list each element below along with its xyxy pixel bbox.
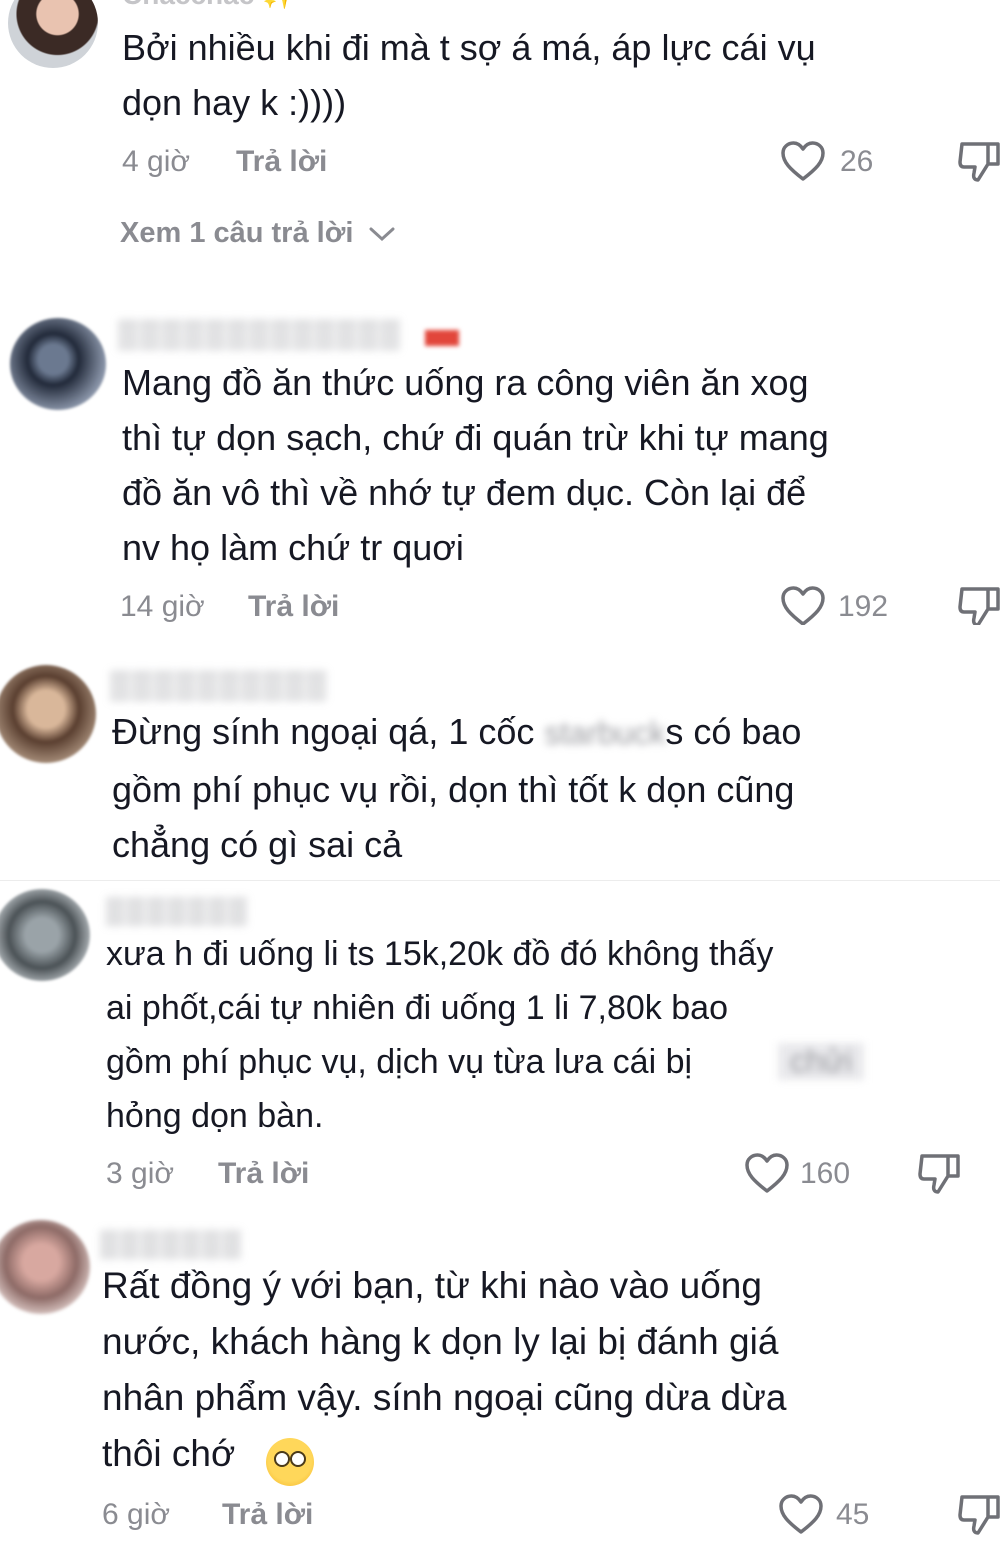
- avatar[interactable]: [10, 318, 106, 410]
- heart-outline-icon[interactable]: [780, 140, 826, 182]
- chevron-down-icon: [369, 227, 395, 242]
- reply-button[interactable]: Trả lời: [248, 590, 339, 624]
- username[interactable]: ▒▒▒▒▒▒▒▒▒▒: [110, 669, 328, 701]
- reply-button[interactable]: Trả lời: [222, 1498, 313, 1532]
- comment-text: xưa h đi uống li ts 15k,20k đồ đó không …: [106, 935, 774, 1081]
- comment-panel: ▒▒▒▒▒▒▒ xưa h đi uống li ts 15k,20k đồ đ…: [0, 880, 1000, 1200]
- comment-time: 3 giờ: [106, 1157, 175, 1190]
- comment-time: 14 giờ: [120, 590, 205, 623]
- heart-outline-icon[interactable]: [744, 1152, 790, 1194]
- like-count: 192: [838, 590, 889, 623]
- thumbs-down-icon[interactable]: [958, 1493, 1000, 1537]
- redacted-word: starbuck: [544, 715, 666, 751]
- comment-text: hỏng dọn bàn.: [106, 1097, 324, 1135]
- comment-text-part: Đừng sính ngoại qá, 1 cốc: [112, 711, 535, 752]
- redacted-word: chửi: [778, 1043, 865, 1080]
- flushed-face-emoji: [266, 1438, 314, 1486]
- view-replies-button[interactable]: Xem 1 câu trả lời: [120, 217, 397, 250]
- comment-panel: ▒▒▒▒▒▒▒ Rất đồng ý với bạn, từ khi nào v…: [0, 1198, 1000, 1545]
- username[interactable]: ▒▒▒▒▒▒▒▒▒▒▒▒▒: [118, 318, 402, 350]
- username[interactable]: Chacchac ✨: [122, 0, 297, 11]
- comment-text: Rất đồng ý với bạn, từ khi nào vào uống …: [102, 1265, 787, 1474]
- username[interactable]: ▒▒▒▒▒▒▒: [100, 1228, 243, 1259]
- comment-time: 6 giờ: [102, 1498, 171, 1531]
- heart-outline-icon[interactable]: [780, 585, 826, 627]
- comment-time: 4 giờ: [122, 145, 191, 178]
- thumbs-down-icon[interactable]: [958, 140, 1000, 184]
- avatar[interactable]: [8, 0, 98, 68]
- comment-text: Mang đồ ăn thức uống ra công viên ăn xog…: [122, 362, 829, 568]
- username[interactable]: ▒▒▒▒▒▒▒: [106, 895, 249, 926]
- avatar[interactable]: [0, 1220, 90, 1314]
- comment-panel: Chacchac ✨ Bởi nhiều khi đi mà t sợ á má…: [0, 0, 1000, 627]
- comment-text: Đừng sính ngoại qá, 1 cốc starbucks có b…: [112, 704, 801, 761]
- avatar[interactable]: [0, 665, 96, 763]
- flag-icon: [425, 330, 459, 346]
- reply-button[interactable]: Trả lời: [218, 1157, 309, 1191]
- comment-panel: ▒▒▒▒▒▒▒▒▒▒ Đừng sính ngoại qá, 1 cốc sta…: [0, 625, 1000, 880]
- thumbs-down-icon[interactable]: [958, 585, 1000, 629]
- like-count: 26: [840, 145, 874, 178]
- comment-text: gồm phí phục vụ rồi, dọn thì tốt k dọn c…: [112, 769, 795, 865]
- heart-outline-icon[interactable]: [778, 1493, 824, 1535]
- reply-button[interactable]: Trả lời: [236, 145, 327, 179]
- avatar[interactable]: [0, 889, 90, 981]
- like-count: 45: [836, 1498, 870, 1531]
- like-count: 160: [800, 1157, 851, 1190]
- comment-text-part: s có bao: [665, 711, 802, 752]
- thumbs-down-icon[interactable]: [918, 1152, 960, 1196]
- view-replies-label: Xem 1 câu trả lời: [120, 217, 354, 249]
- comment-text: Bởi nhiều khi đi mà t sợ á má, áp lực cá…: [122, 27, 816, 123]
